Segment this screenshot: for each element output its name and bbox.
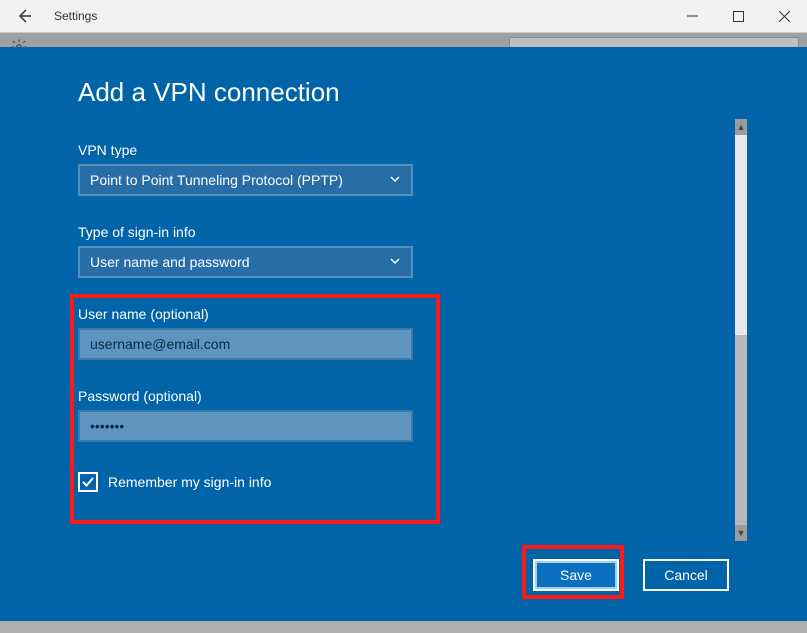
- remember-checkbox[interactable]: [78, 472, 98, 492]
- scrollbar[interactable]: ▲ ▼: [735, 119, 747, 541]
- maximize-icon: [733, 11, 744, 22]
- chevron-down-icon: [389, 172, 401, 188]
- scroll-up-icon[interactable]: ▲: [735, 119, 747, 135]
- cancel-button[interactable]: Cancel: [643, 559, 729, 591]
- scroll-thumb[interactable]: [735, 135, 747, 335]
- username-label: User name (optional): [78, 306, 718, 322]
- arrow-left-icon: [16, 8, 32, 24]
- dialog-heading: Add a VPN connection: [0, 47, 807, 108]
- cancel-button-label: Cancel: [664, 567, 708, 583]
- minimize-icon: [687, 11, 698, 22]
- maximize-button[interactable]: [715, 0, 761, 32]
- back-button[interactable]: [0, 0, 48, 32]
- signin-type-label: Type of sign-in info: [78, 224, 718, 240]
- title-bar: Settings: [0, 0, 807, 32]
- check-icon: [81, 475, 95, 489]
- signin-type-select[interactable]: User name and password: [78, 246, 413, 278]
- signin-type-value: User name and password: [90, 254, 250, 270]
- vpn-dialog: Add a VPN connection ▲ ▼ VPN type Point …: [0, 47, 807, 621]
- close-button[interactable]: [761, 0, 807, 32]
- minimize-button[interactable]: [669, 0, 715, 32]
- vpn-type-value: Point to Point Tunneling Protocol (PPTP): [90, 172, 343, 188]
- vpn-type-select[interactable]: Point to Point Tunneling Protocol (PPTP): [78, 164, 413, 196]
- username-input[interactable]: [78, 328, 413, 360]
- chevron-down-icon: [389, 254, 401, 270]
- close-icon: [779, 11, 790, 22]
- remember-label: Remember my sign-in info: [108, 474, 271, 490]
- dialog-buttons: Save Cancel: [533, 559, 729, 591]
- window-controls: [669, 0, 807, 32]
- form-area: VPN type Point to Point Tunneling Protoc…: [78, 132, 718, 492]
- remember-checkbox-row[interactable]: Remember my sign-in info: [78, 472, 718, 492]
- footer-bar: [0, 621, 807, 633]
- vpn-type-label: VPN type: [78, 142, 718, 158]
- password-label: Password (optional): [78, 388, 718, 404]
- window-title: Settings: [54, 9, 97, 23]
- save-button-label: Save: [560, 567, 592, 583]
- password-input[interactable]: [78, 410, 413, 442]
- save-button[interactable]: Save: [533, 559, 619, 591]
- scroll-down-icon[interactable]: ▼: [735, 525, 747, 541]
